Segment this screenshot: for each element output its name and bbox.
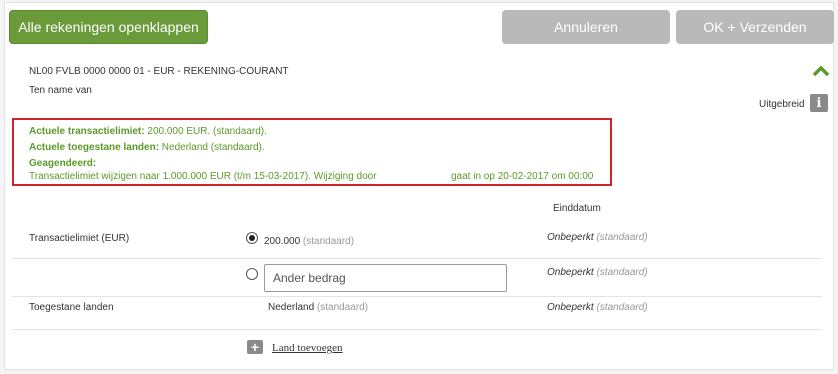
row-divider bbox=[12, 296, 822, 297]
country-entry: Nederland (standaard) bbox=[268, 302, 368, 313]
limit-option-default[interactable]: 200.000 (standaard) bbox=[264, 236, 354, 247]
country-value: Nederland bbox=[268, 302, 315, 313]
row-divider bbox=[12, 329, 822, 330]
info-icon[interactable]: i bbox=[810, 94, 828, 112]
limit-row-label: Transactielimiet (EUR) bbox=[29, 233, 130, 244]
cancel-button[interactable]: Annuleren bbox=[502, 10, 670, 44]
current-limit-line: Actuele transactielimiet: 200.000 EUR. (… bbox=[29, 126, 267, 137]
limit-end-date-tag: (standaard) bbox=[593, 232, 648, 243]
country-end-date-value: Onbeperkt bbox=[547, 302, 594, 313]
plus-icon[interactable]: + bbox=[247, 340, 263, 354]
scheduled-label: Geagendeerd: bbox=[29, 158, 97, 169]
end-date-header: Einddatum bbox=[553, 203, 601, 214]
custom-end-date-value: Onbeperkt bbox=[547, 267, 594, 278]
chevron-up-icon[interactable] bbox=[812, 64, 830, 78]
limit-option-default-value: 200.000 bbox=[264, 236, 301, 247]
limit-end-date: Onbeperkt (standaard) bbox=[547, 232, 648, 243]
current-limit-value: 200.000 EUR. (standaard). bbox=[144, 126, 267, 137]
scheduled-text: Transactielimiet wijzigen naar 1.000.000… bbox=[29, 171, 377, 182]
current-countries-line: Actuele toegestane landen: Nederland (st… bbox=[29, 142, 265, 153]
ok-send-button[interactable]: OK + Verzenden bbox=[676, 10, 834, 44]
expand-all-button[interactable]: Alle rekeningen openklappen bbox=[9, 10, 208, 44]
limit-option-default-radio[interactable] bbox=[246, 232, 258, 244]
advanced-label[interactable]: Uitgebreid bbox=[759, 99, 805, 110]
countries-row-label: Toegestane landen bbox=[29, 302, 114, 313]
account-holder: Ten name van bbox=[29, 85, 92, 96]
row-divider bbox=[12, 258, 822, 259]
current-limit-label: Actuele transactielimiet: bbox=[29, 126, 145, 137]
custom-end-date-tag: (standaard) bbox=[593, 267, 648, 278]
scheduled-date: gaat in op 20-02-2017 om 00:00 bbox=[451, 171, 594, 182]
account-number: NL00 FVLB 0000 0000 01 - EUR - REKENING-… bbox=[29, 66, 289, 77]
limit-option-custom-radio[interactable] bbox=[246, 268, 258, 280]
limit-option-default-tag: (standaard) bbox=[300, 236, 355, 247]
account-panel bbox=[4, 2, 834, 370]
limit-end-date-value: Onbeperkt bbox=[547, 232, 594, 243]
current-countries-value: Nederland (standaard). bbox=[159, 142, 265, 153]
country-end-date: Onbeperkt (standaard) bbox=[547, 302, 648, 313]
current-countries-label: Actuele toegestane landen: bbox=[29, 142, 160, 153]
custom-end-date: Onbeperkt (standaard) bbox=[547, 267, 648, 278]
add-country-link[interactable]: Land toevoegen bbox=[272, 342, 343, 354]
custom-amount-input[interactable]: Ander bedrag bbox=[264, 264, 507, 292]
country-tag: (standaard) bbox=[314, 302, 369, 313]
country-end-date-tag: (standaard) bbox=[593, 302, 648, 313]
